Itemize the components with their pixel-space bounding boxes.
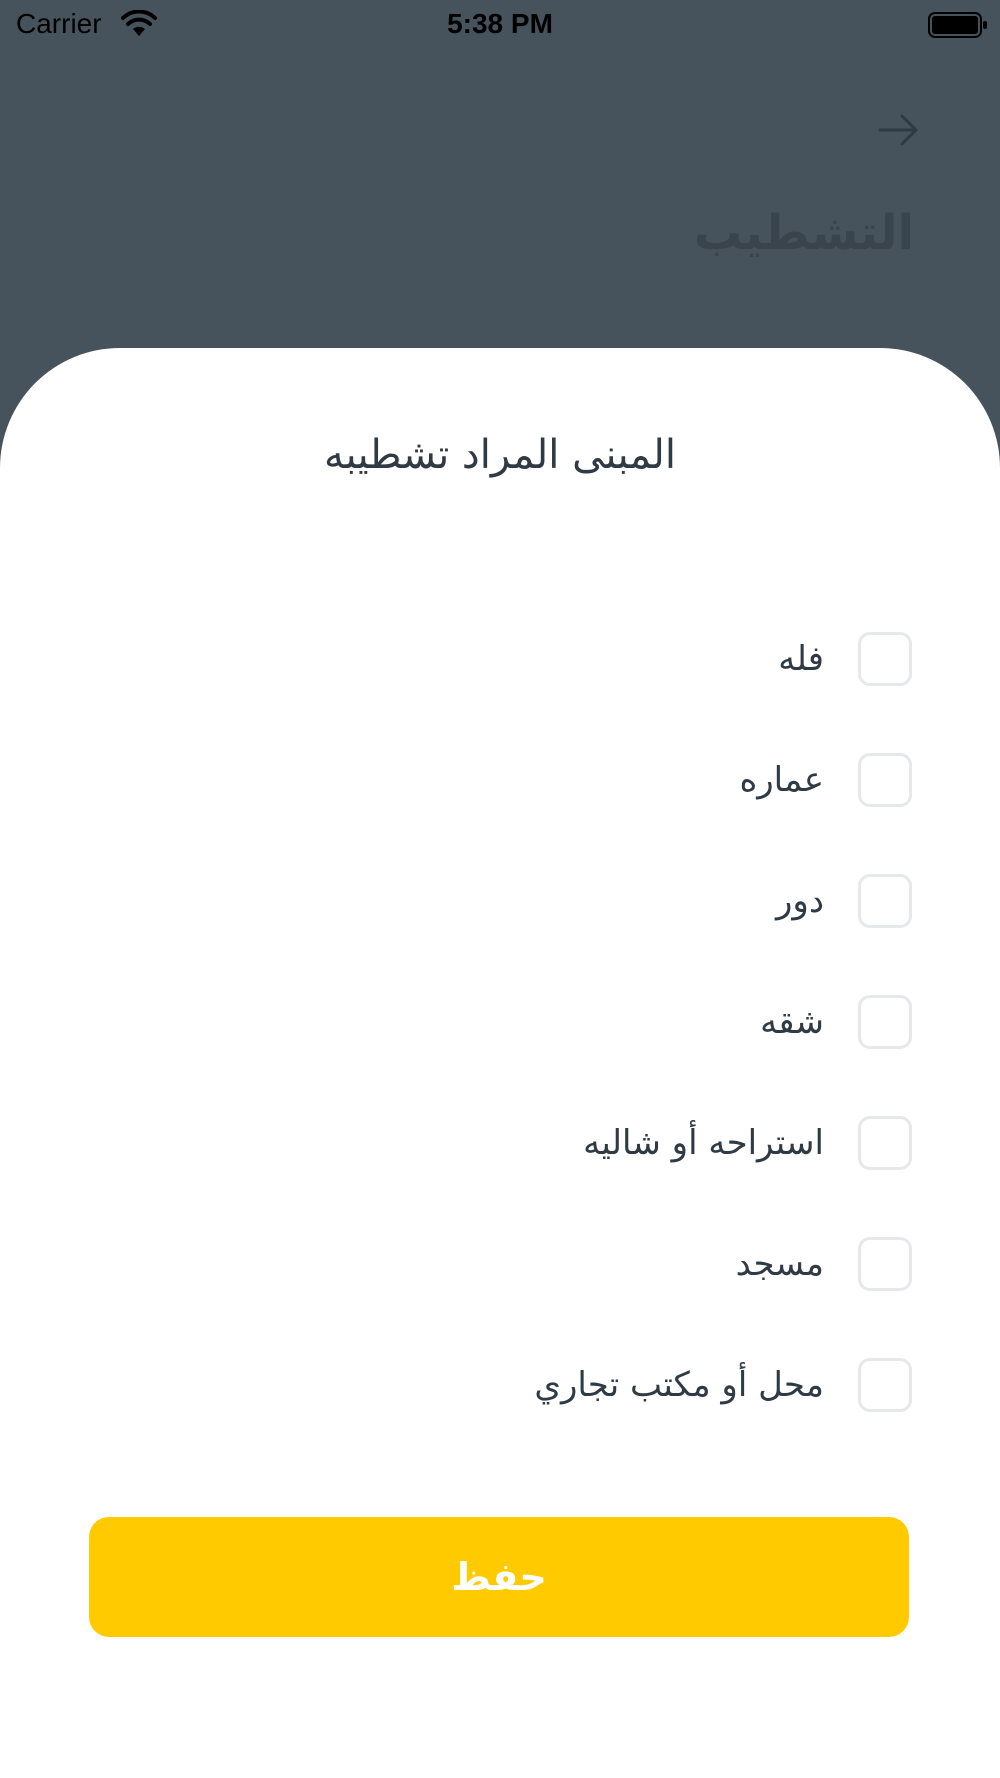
checkbox[interactable] xyxy=(858,632,912,686)
clock: 5:38 PM xyxy=(447,8,553,39)
option-label: محل أو مكتب تجاري xyxy=(534,1365,824,1405)
sheet-title: المبنى المراد تشطيبه xyxy=(324,432,676,478)
option-shop-office[interactable]: محل أو مكتب تجاري xyxy=(212,1355,912,1415)
bottom-sheet: المبنى المراد تشطيبه فله عماره دور شقه ا… xyxy=(0,348,1000,1778)
option-label: مسجد xyxy=(735,1244,824,1284)
option-apartment[interactable]: شقه xyxy=(212,992,912,1052)
option-villa[interactable]: فله xyxy=(212,629,912,689)
battery-icon xyxy=(928,12,987,38)
status-bar: Carrier 5:38 PM xyxy=(0,0,1000,50)
option-label: عماره xyxy=(739,760,824,800)
save-button[interactable]: حفظ xyxy=(89,1517,909,1637)
checkbox[interactable] xyxy=(858,1358,912,1412)
option-rest-house[interactable]: استراحه أو شاليه xyxy=(212,1113,912,1173)
checkbox[interactable] xyxy=(858,1237,912,1291)
option-mosque[interactable]: مسجد xyxy=(212,1234,912,1294)
option-building[interactable]: عماره xyxy=(212,750,912,810)
option-label: شقه xyxy=(760,1002,824,1042)
option-label: فله xyxy=(778,639,824,679)
option-label: استراحه أو شاليه xyxy=(583,1123,824,1163)
arrow-right-icon[interactable] xyxy=(878,110,920,150)
checkbox[interactable] xyxy=(858,995,912,1049)
option-floor[interactable]: دور xyxy=(212,871,912,931)
checkbox[interactable] xyxy=(858,874,912,928)
page-title: التشطيب xyxy=(693,205,914,261)
option-label: دور xyxy=(776,881,824,921)
checkbox[interactable] xyxy=(858,753,912,807)
checkbox[interactable] xyxy=(858,1116,912,1170)
